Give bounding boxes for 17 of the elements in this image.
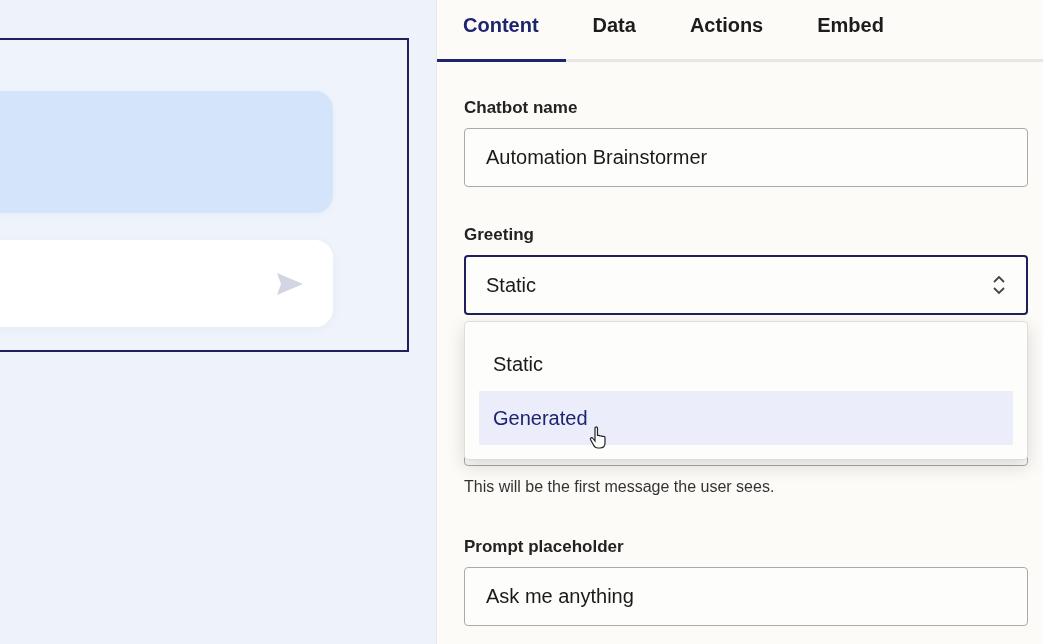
input-field[interactable]: Ask me anything [464,567,1028,626]
hand-cursor-icon [589,426,609,450]
field-label: Chatbot name [464,98,578,118]
field-label: Greeting [464,225,534,245]
dropdown-option[interactable]: Static [479,337,1013,391]
chat-input[interactable] [0,240,333,327]
field-label: Prompt placeholder [464,537,624,557]
tab[interactable]: Embed [790,0,911,62]
select-field[interactable]: Static [464,255,1028,315]
tab[interactable]: Data [565,0,663,62]
chevron-updown-icon [992,274,1006,296]
input-field[interactable]: Automation Brainstormer [464,128,1028,187]
tab[interactable]: Content [437,0,566,62]
send-icon[interactable] [277,272,303,295]
dropdown-option[interactable]: Generated [479,391,1013,445]
tab[interactable]: Actions [662,0,791,62]
help-text: This will be the first message the user sees. [464,478,775,496]
